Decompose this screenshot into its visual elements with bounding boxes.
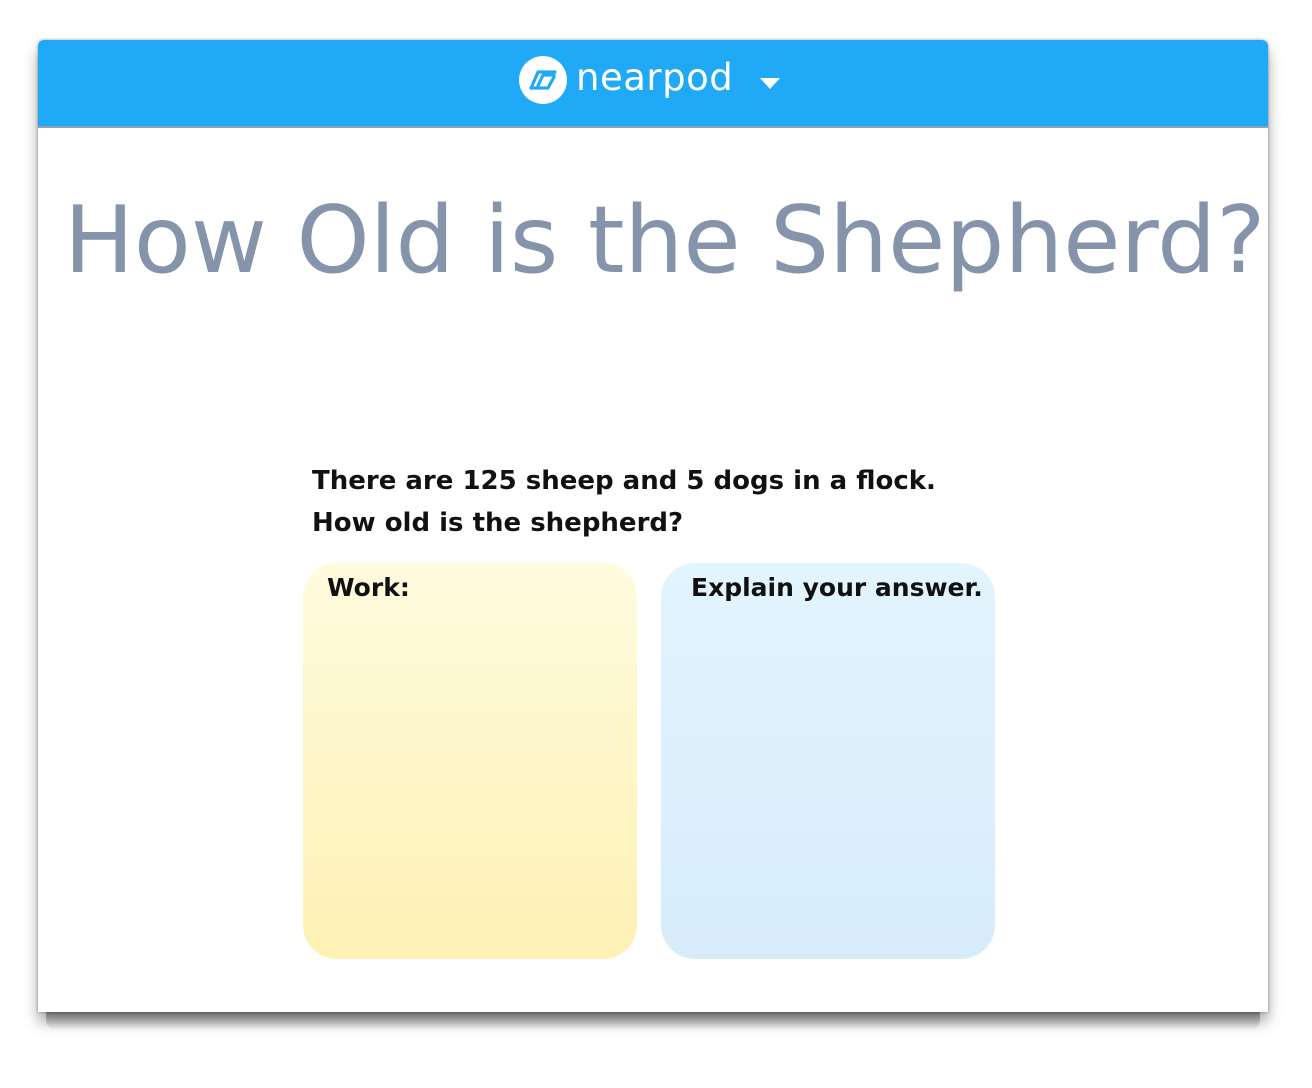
question-line-1: There are 125 sheep and 5 dogs in a floc… <box>312 466 936 496</box>
chevron-down-icon[interactable] <box>760 78 780 89</box>
brand-name: nearpod <box>576 55 734 99</box>
work-panel[interactable]: Work: <box>303 563 637 959</box>
work-label: Work: <box>327 573 410 602</box>
slide-title: How Old is the Shepherd? <box>64 186 1266 294</box>
top-bar: nearpod <box>38 40 1268 128</box>
explain-panel[interactable]: Explain your answer. <box>661 563 995 959</box>
nearpod-logo-icon <box>519 56 567 104</box>
explain-label: Explain your answer. <box>691 573 983 602</box>
page-shadow <box>46 1012 1260 1030</box>
question-text: There are 125 sheep and 5 dogs in a floc… <box>312 460 1032 544</box>
brand-menu[interactable]: nearpod <box>518 54 733 106</box>
slide-frame: nearpod How Old is the Shepherd? There a… <box>38 40 1268 1012</box>
question-line-2: How old is the shepherd? <box>312 508 684 538</box>
